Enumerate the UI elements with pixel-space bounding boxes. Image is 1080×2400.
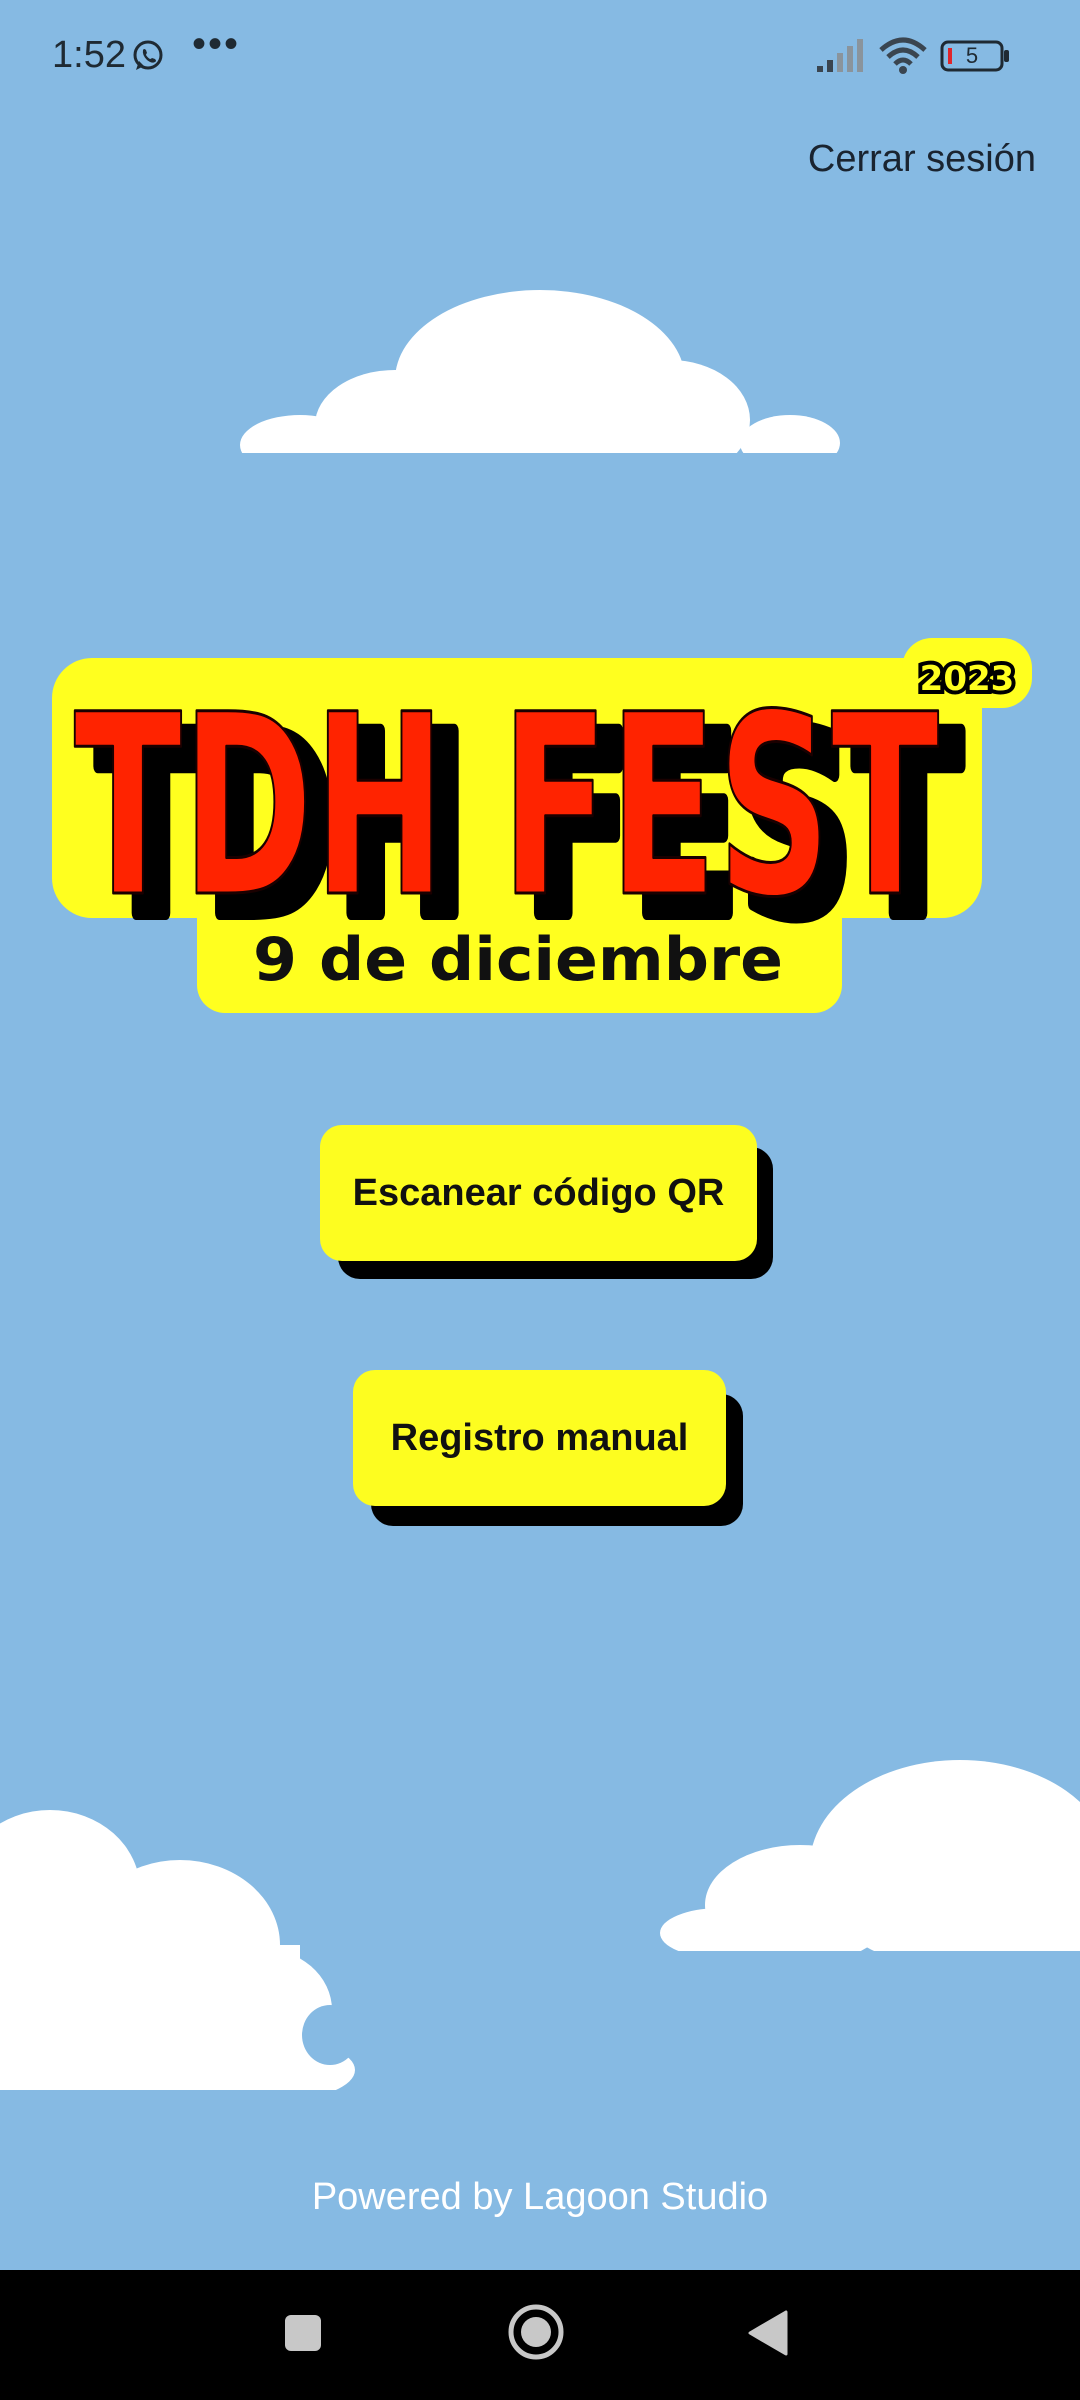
cloud-left-decoration [0, 1810, 358, 2090]
home-icon[interactable] [507, 2303, 565, 2361]
signal-icon [817, 39, 863, 72]
logo-date: 9 de diciembre [253, 925, 783, 995]
recents-icon[interactable] [283, 2313, 323, 2353]
scan-qr-button-group: Escanear código QR [320, 1125, 775, 1285]
festival-logo: TDH FEST TDH FEST 2023 9 de diciembre [52, 638, 1032, 1013]
scan-qr-button[interactable]: Escanear código QR [320, 1125, 757, 1261]
logout-link[interactable]: Cerrar sesión [808, 138, 1036, 181]
logo-title: TDH FEST [74, 661, 939, 952]
battery-level: 5 [965, 43, 979, 68]
manual-register-button[interactable]: Registro manual [353, 1370, 726, 1506]
cloud-right-decoration [660, 1760, 1080, 1955]
back-icon[interactable] [746, 2310, 788, 2356]
status-bar: 1:52 ••• 5 [0, 0, 1080, 115]
wifi-icon [879, 37, 927, 74]
more-notifications-icon: ••• [192, 22, 241, 66]
logo-year: 2023 [920, 659, 1015, 699]
manual-register-button-group: Registro manual [353, 1370, 748, 1530]
cloud-top-decoration [220, 290, 860, 455]
powered-by-footer: Powered by Lagoon Studio [311, 2176, 769, 2218]
whatsapp-icon [133, 40, 163, 70]
status-time: 1:52 [52, 34, 126, 76]
